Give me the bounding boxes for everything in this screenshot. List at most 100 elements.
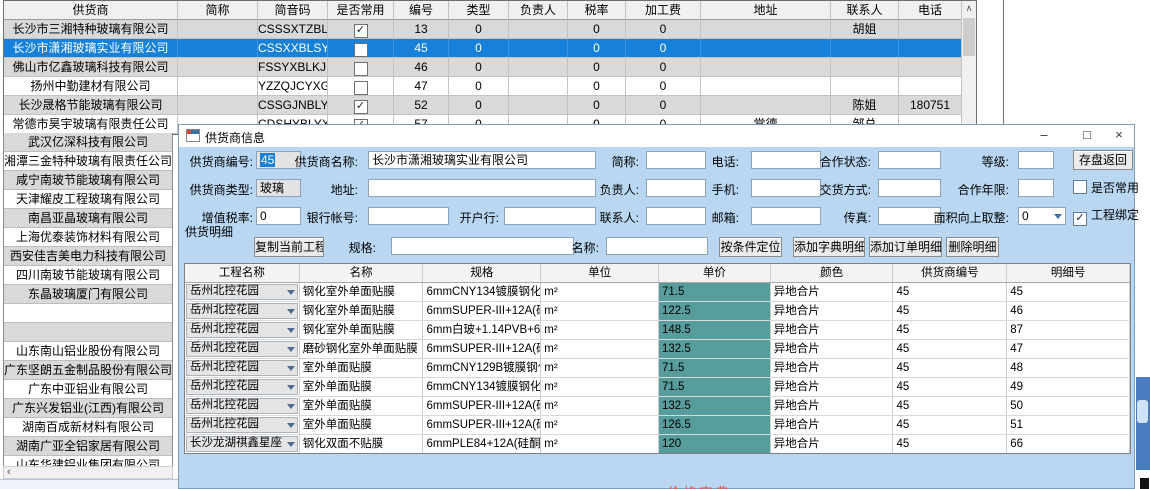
chevron-down-icon[interactable] [287,290,295,295]
cell-name[interactable]: 钢化室外单面贴膜 [300,302,424,320]
cell-unit[interactable]: m² [541,283,659,301]
cell-supplier[interactable]: 扬州中勤建材有限公司 [4,77,178,95]
cell-id[interactable]: 46 [394,58,449,76]
cell-common[interactable] [328,77,394,95]
cell-contact[interactable] [831,77,899,95]
table-row-selected[interactable]: 长沙市潇湘玻璃实业有限公司 CSSXXBLSY... 45 0 0 0 [4,39,976,58]
cell-price[interactable]: 120 [659,435,771,453]
cell-type[interactable]: 0 [449,58,509,76]
col-header-name[interactable]: 名称 [300,264,424,282]
cell-spec[interactable]: 6mmCNY134镀膜钢化 [423,378,541,396]
cell-price[interactable]: 122.5 [659,302,771,320]
cell-code[interactable]: CSSGJNBLYXGS [258,96,328,114]
project-combobox[interactable]: 岳州北控花园 [185,378,300,396]
cell-code[interactable]: FSSYXBLKJ... [258,58,328,76]
list-item[interactable]: 广东兴发铝业(江西)有限公司 [4,399,172,418]
cell-price[interactable]: 71.5 [659,283,771,301]
detail-row[interactable]: 长沙龙湖祺鑫星座 钢化双面不贴膜 6mmPLE84+12A(硅酮胶... m² … [185,435,1130,454]
cell-fee[interactable]: 0 [626,20,701,38]
list-item[interactable]: 南昌亚晶玻璃有限公司 [4,209,172,228]
cell-detail-id[interactable]: 51 [1007,416,1130,434]
grade-field[interactable] [1018,151,1054,169]
checkbox[interactable] [354,81,368,95]
checkbox[interactable] [1073,180,1087,194]
save-return-button[interactable]: 存盘返回 [1073,150,1133,170]
col-header-phone[interactable]: 电话 [899,1,962,19]
cell-common[interactable] [328,58,394,76]
project-combobox[interactable]: 岳州北控花园 [185,321,300,339]
cell-fee[interactable]: 0 [626,77,701,95]
cell-manager[interactable] [509,96,568,114]
project-combobox[interactable]: 岳州北控花园 [185,283,300,301]
cell-supplier-id[interactable]: 45 [893,302,1007,320]
cell-address[interactable] [701,20,831,38]
list-item[interactable]: 天津耀皮工程玻璃有限公司 [4,190,172,209]
detail-row[interactable]: 岳州北控花园 室外单面贴膜 6mmCNY129B镀膜钢化 m² 71.5 异地合… [185,359,1130,378]
cell-manager[interactable] [509,77,568,95]
scroll-up-icon[interactable]: ∧ [962,1,976,16]
cell-address[interactable] [701,39,831,57]
bank-account-field[interactable] [368,207,449,225]
chevron-down-icon[interactable] [287,442,295,447]
cell-fee[interactable]: 0 [626,39,701,57]
project-combobox[interactable]: 长沙龙湖祺鑫星座 [185,435,300,453]
cell-name[interactable]: 钢化室外单面贴膜 [300,321,424,339]
cell-supplier[interactable]: 长沙市潇湘玻璃实业有限公司 [4,39,178,57]
cell-supplier-id[interactable]: 45 [893,378,1007,396]
cell-spec[interactable]: 6mmPLE84+12A(硅酮胶... [423,435,541,453]
cell-detail-id[interactable]: 49 [1007,378,1130,396]
cell-detail-id[interactable]: 48 [1007,359,1130,377]
project-combobox[interactable]: 岳州北控花园 [185,359,300,377]
cell-abbr[interactable] [178,39,258,57]
checkbox[interactable] [354,62,368,76]
coop-status-field[interactable] [878,151,941,169]
col-header-project[interactable]: 工程名称 [185,264,300,282]
cell-spec[interactable]: 6mmCNY134镀膜钢化 [423,283,541,301]
table-row[interactable]: 佛山市亿鑫玻璃科技有限公司 FSSYXBLKJ... 46 0 0 0 [4,58,976,77]
col-header-type[interactable]: 类型 [449,1,509,19]
cell-color[interactable]: 异地合片 [771,435,894,453]
cell-price[interactable]: 71.5 [659,359,771,377]
cell-code[interactable]: YZZQJCYXGS [258,77,328,95]
chevron-down-icon[interactable] [287,309,295,314]
list-item-empty[interactable] [4,304,172,323]
chevron-down-icon[interactable] [287,404,295,409]
cell-tax[interactable]: 0 [568,39,626,57]
list-item[interactable]: 四川南玻节能玻璃有限公司 [4,266,172,285]
cell-supplier[interactable]: 长沙市三湘特种玻璃有限公司 [4,20,178,38]
cell-manager[interactable] [509,39,568,57]
cell-supplier-id[interactable]: 45 [893,435,1007,453]
maximize-button[interactable]: □ [1072,125,1102,147]
project-combobox[interactable]: 岳州北控花园 [185,302,300,320]
cell-phone[interactable] [899,77,962,95]
col-header-abbr[interactable]: 简称 [178,1,258,19]
cell-color[interactable]: 异地合片 [771,359,894,377]
cell-price[interactable]: 71.5 [659,378,771,396]
scroll-left-icon[interactable]: ‹ [7,467,11,478]
cell-color[interactable]: 异地合片 [771,321,894,339]
cell-detail-id[interactable]: 47 [1007,340,1130,358]
cell-code[interactable]: CSSXXBLSY... [258,39,328,57]
cell-unit[interactable]: m² [541,359,659,377]
cell-color[interactable]: 异地合片 [771,378,894,396]
cell-supplier[interactable]: 常德市昊宇玻璃有限责任公司 [4,115,178,133]
col-header-code[interactable]: 简音码 [258,1,328,19]
cell-supplier-id[interactable]: 45 [893,359,1007,377]
add-dictionary-detail-button[interactable]: 添加字典明细 [793,237,865,257]
cell-abbr[interactable] [178,96,258,114]
cell-type[interactable]: 0 [449,77,509,95]
cell-common[interactable]: ✓ [328,20,394,38]
table-row[interactable]: 扬州中勤建材有限公司 YZZQJCYXGS 47 0 0 0 [4,77,976,96]
area-round-combobox[interactable]: 0 [1018,207,1066,225]
cell-abbr[interactable] [178,20,258,38]
col-header-detail-id[interactable]: 明细号 [1007,264,1130,282]
detail-row[interactable]: 岳州北控花园 钢化室外单面贴膜 6mm白玻+1.14PVB+6mm... m² … [185,321,1130,340]
cell-detail-id[interactable]: 66 [1007,435,1130,453]
cell-name[interactable]: 钢化室外单面贴膜 [300,283,424,301]
cell-contact[interactable] [831,39,899,57]
list-item[interactable]: 咸宁南玻节能玻璃有限公司 [4,171,172,190]
scrollbar-thumb[interactable] [963,18,975,56]
detail-row[interactable]: 岳州北控花园 室外单面贴膜 6mmCNY134镀膜钢化 m² 71.5 异地合片… [185,378,1130,397]
list-item[interactable]: 山东南山铝业股份有限公司 [4,342,172,361]
cell-spec[interactable]: 6mm白玻+1.14PVB+6mm... [423,321,541,339]
